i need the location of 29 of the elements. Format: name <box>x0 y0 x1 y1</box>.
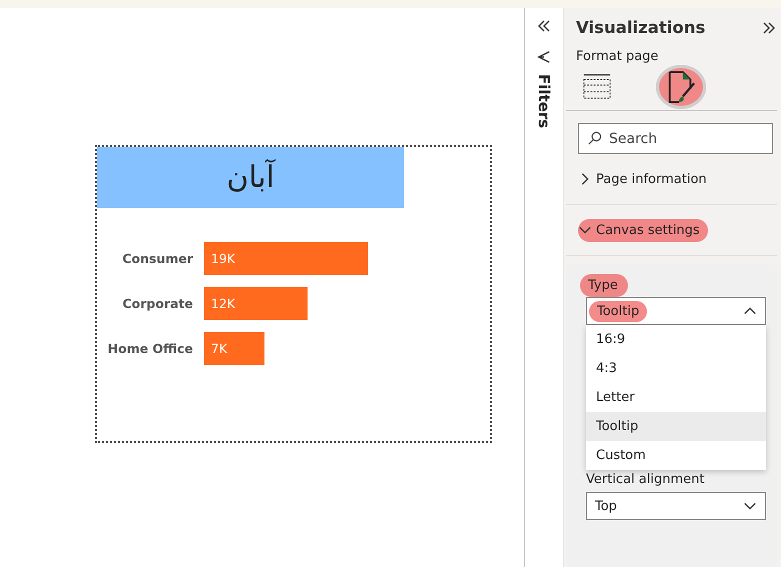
dropdown-option[interactable]: Letter <box>586 383 766 412</box>
pane-subtitle: Format page <box>575 49 660 64</box>
field-label: Type <box>580 274 628 297</box>
dropdown-option[interactable]: Custom <box>586 441 766 470</box>
category-label: Consumer <box>122 251 193 266</box>
pane-title: Visualizations <box>576 18 706 37</box>
alignment-dropdown[interactable]: Top <box>586 492 766 520</box>
category-label: Home Office <box>108 341 193 356</box>
format-tab[interactable] <box>656 65 706 109</box>
value-label: 7K <box>211 341 228 356</box>
filters-title[interactable]: Filters <box>535 74 553 128</box>
dropdown-option[interactable]: 16:9 <box>586 325 766 354</box>
section-header[interactable]: Canvas settings <box>578 218 708 242</box>
field-label: Vertical alignment <box>586 472 706 487</box>
section-header[interactable]: Page information <box>578 168 715 190</box>
dropdown-option[interactable]: Tooltip <box>586 412 766 441</box>
dropdown-option[interactable]: 4:3 <box>586 354 766 383</box>
expand-icon[interactable] <box>761 20 777 36</box>
collapse-icon[interactable] <box>536 18 552 34</box>
dropdown-value: Tooltip <box>589 300 648 322</box>
category-label: Corporate <box>122 296 193 311</box>
page-brush-icon <box>666 70 696 104</box>
value-label: 19K <box>211 251 236 266</box>
filter-icon <box>537 50 551 64</box>
search-icon <box>587 131 602 146</box>
value-label: 12K <box>211 296 236 311</box>
search-field[interactable]: Search <box>578 123 773 154</box>
type-dropdown[interactable]: Tooltip <box>586 297 766 325</box>
visual-title: آبان <box>97 147 404 208</box>
